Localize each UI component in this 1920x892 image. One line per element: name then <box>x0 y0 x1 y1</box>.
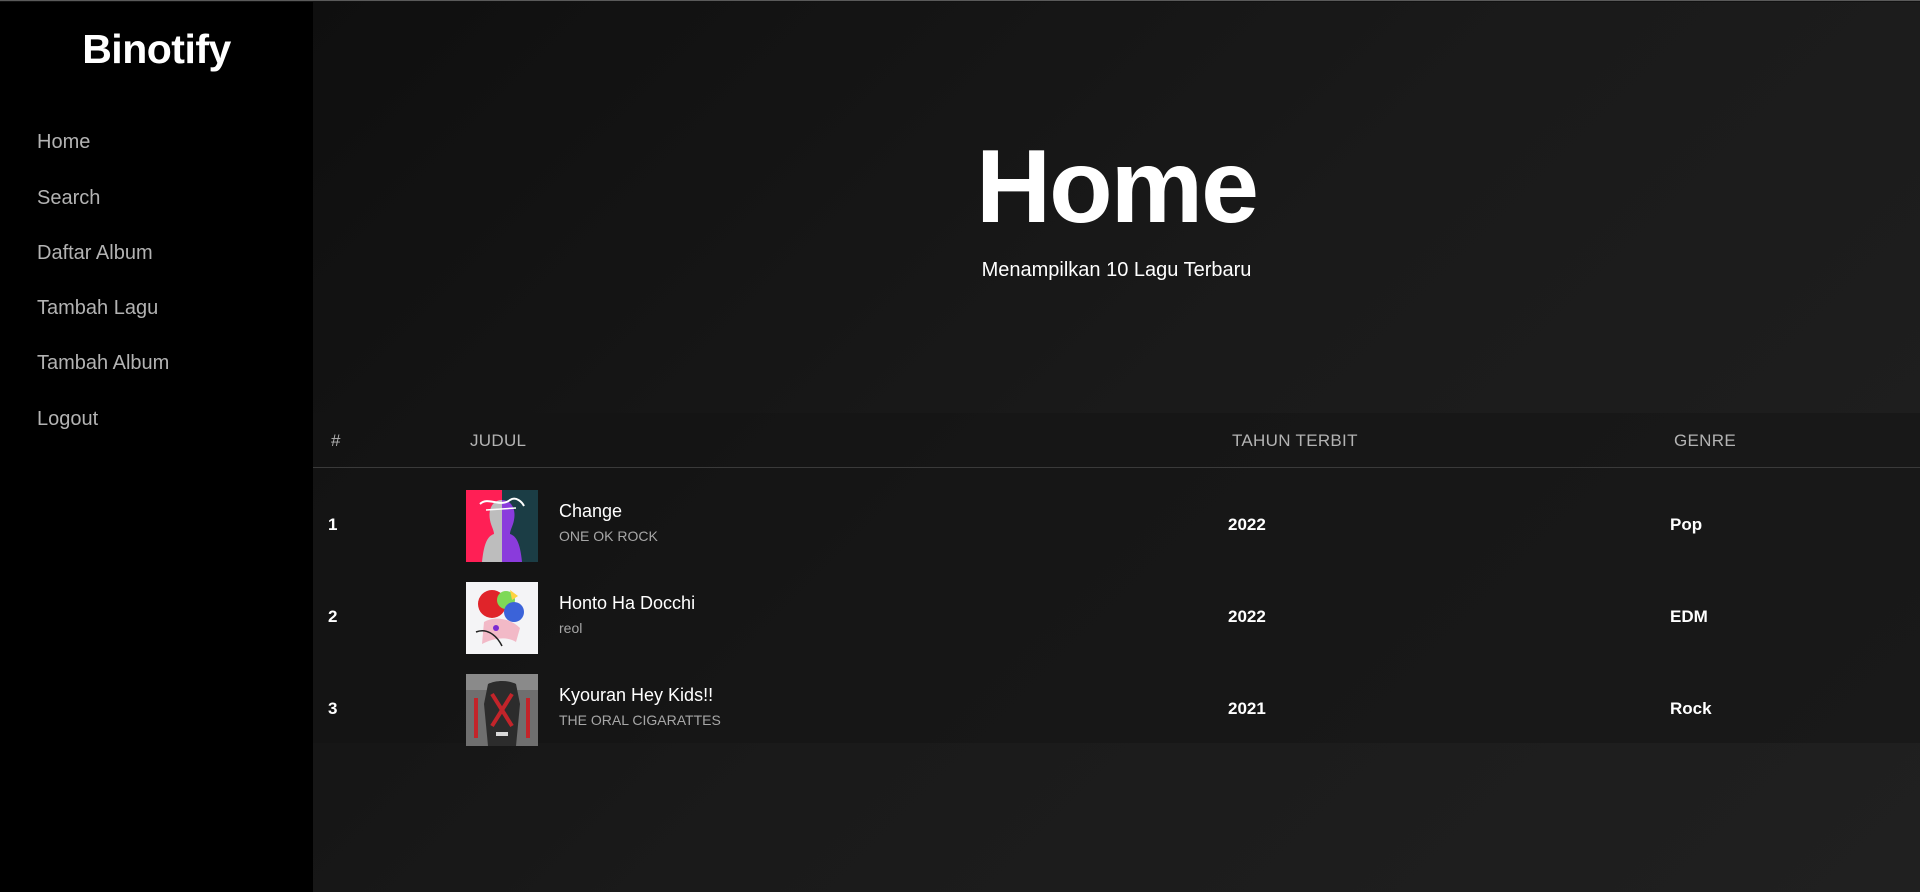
app-logo[interactable]: Binotify <box>0 26 313 73</box>
header-divider <box>313 467 1920 468</box>
song-artist: ONE OK ROCK <box>559 528 658 544</box>
sidebar: Binotify Home Search Daftar Album Tambah… <box>0 2 313 892</box>
song-genre: Pop <box>1670 515 1703 534</box>
page-title: Home <box>976 129 1259 245</box>
main-content: Home Menampilkan 10 Lagu Terbaru # JUDUL… <box>313 2 1920 892</box>
app-window: Binotify Home Search Daftar Album Tambah… <box>0 0 1920 892</box>
album-cover-change-icon[interactable] <box>466 490 538 562</box>
column-header-year: TAHUN TERBIT <box>1232 431 1358 450</box>
row-index: 3 <box>328 699 338 718</box>
song-year: 2022 <box>1228 515 1266 534</box>
song-genre: EDM <box>1670 607 1708 626</box>
song-title[interactable]: Change <box>559 501 622 522</box>
song-table: # JUDUL TAHUN TERBIT GENRE 1 Change ONE … <box>313 413 1920 746</box>
column-header-title: JUDUL <box>470 431 527 450</box>
sidebar-item-tambah-lagu[interactable]: Tambah Lagu <box>37 297 158 320</box>
sidebar-item-logout[interactable]: Logout <box>37 408 98 431</box>
page-subtitle: Menampilkan 10 Lagu Terbaru <box>981 259 1252 281</box>
song-genre: Rock <box>1670 699 1712 718</box>
table-row[interactable]: 2 Honto Ha Docchi reol 2022 EDM <box>313 571 1920 663</box>
album-cover-honto-ha-docchi-icon[interactable] <box>466 582 538 654</box>
column-header-genre: GENRE <box>1674 431 1736 450</box>
sidebar-item-search[interactable]: Search <box>37 187 100 210</box>
song-artist: reol <box>559 620 583 636</box>
sidebar-item-home[interactable]: Home <box>37 131 90 154</box>
song-artist: THE ORAL CIGARATTES <box>559 712 721 728</box>
column-header-number: # <box>331 431 341 450</box>
row-index: 2 <box>328 607 338 626</box>
sidebar-item-daftar-album[interactable]: Daftar Album <box>37 242 153 265</box>
table-row[interactable]: 1 Change ONE OK ROCK 2022 Pop <box>313 479 1920 571</box>
sidebar-item-tambah-album[interactable]: Tambah Album <box>37 352 169 375</box>
table-row[interactable]: 3 Kyouran Hey Kids!! THE ORAL CIGARATTES… <box>313 663 1920 755</box>
song-title[interactable]: Honto Ha Docchi <box>559 593 695 614</box>
song-year: 2022 <box>1228 607 1266 626</box>
album-cover-kyouran-hey-kids-icon[interactable] <box>466 674 538 746</box>
song-year: 2021 <box>1228 699 1266 718</box>
song-title[interactable]: Kyouran Hey Kids!! <box>559 685 713 706</box>
row-index: 1 <box>328 515 338 534</box>
